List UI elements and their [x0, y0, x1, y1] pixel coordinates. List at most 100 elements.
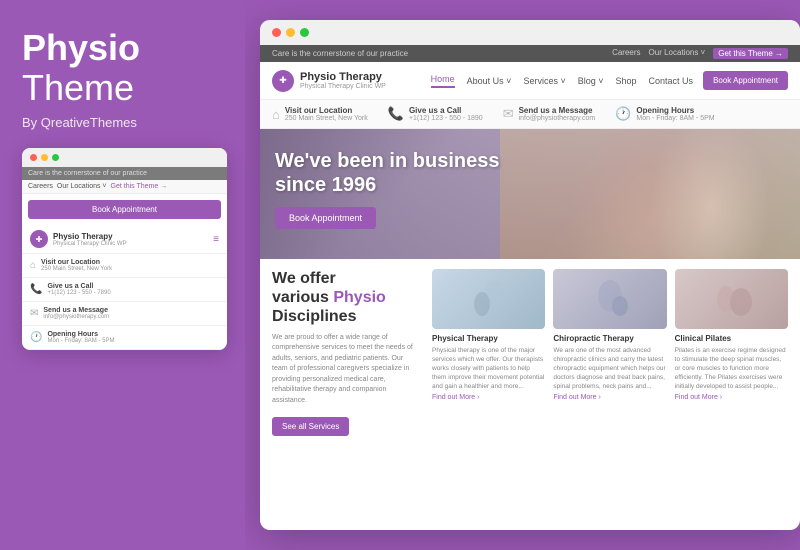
card-title-ct: Chiropractic Therapy — [553, 334, 666, 343]
card-img-ct — [553, 269, 666, 329]
mini-browser: Care is the cornerstone of our practice … — [22, 148, 227, 350]
nav-blog[interactable]: Blog ˅ — [578, 76, 604, 86]
service-cards: Physical Therapy Physical therapy is one… — [432, 269, 788, 436]
location-icon: ⌂ — [30, 260, 36, 271]
info-hours-val: Mon - Friday: 8AM - 5PM — [636, 115, 714, 122]
brand-title: Physio Theme — [22, 30, 225, 109]
info-location-val: 250 Main Street, New York — [285, 115, 368, 122]
site-topbar-right: Careers Our Locations ˅ Get this Theme → — [612, 48, 788, 59]
info-phone-label: Give us a Call — [409, 106, 483, 115]
info-email: ✉ Send us a Message info@physiotherapy.c… — [503, 106, 596, 122]
topbar-get-theme[interactable]: Get this Theme → — [713, 48, 788, 59]
info-location: ⌂ Visit our Location 250 Main Street, Ne… — [272, 106, 368, 122]
hero-section: We've been in businesssince 1996 Book Ap… — [260, 129, 800, 259]
hero-content: We've been in businesssince 1996 Book Ap… — [260, 129, 800, 249]
main-dot-green — [300, 28, 309, 37]
service-card-cp: Clinical Pilates Pilates is an exercise … — [675, 269, 788, 436]
clock-icon: 🕐 — [30, 332, 42, 343]
mini-location-val: 250 Main Street, New York — [41, 266, 112, 272]
see-services-btn[interactable]: See all Services — [272, 417, 349, 436]
content-heading: We offervarious PhysioDisciplines — [272, 269, 420, 327]
info-phone: 📞 Give us a Call +1(12) 123 - 550 - 1890 — [388, 106, 483, 122]
nav-services[interactable]: Services ˅ — [523, 76, 565, 86]
site-topbar-text: Care is the cornerstone of our practice — [272, 49, 408, 58]
mini-hours-label: Opening Hours — [47, 331, 114, 338]
find-out-cp[interactable]: Find out More › — [675, 394, 788, 401]
mini-nav-gettheme[interactable]: Get this Theme → — [111, 183, 168, 190]
dot-green — [52, 154, 59, 161]
nav-contact[interactable]: Contact Us — [649, 76, 694, 86]
card-title-cp: Clinical Pilates — [675, 334, 788, 343]
card-img-ct-inner — [553, 269, 666, 329]
service-card-ct: Chiropractic Therapy We are one of the m… — [553, 269, 666, 436]
mini-hamburger-icon[interactable]: ≡ — [213, 234, 219, 245]
mini-header: ✚ Physio Therapy Physical Therapy Clinic… — [22, 225, 227, 254]
mini-logo-circle: ✚ — [30, 230, 48, 248]
card-img-pt-inner — [432, 269, 545, 329]
main-dot-yellow — [286, 28, 295, 37]
main-browser: Care is the cornerstone of our practice … — [260, 20, 800, 530]
mini-phone-label: Give us a Call — [47, 283, 110, 290]
mini-nav-bar: Careers Our Locations ˅ Get this Theme → — [22, 180, 227, 194]
mini-nav-careers[interactable]: Careers — [28, 183, 53, 190]
nav-home[interactable]: Home — [431, 74, 455, 88]
brand-by: By QreativeThemes — [22, 115, 225, 130]
mini-email-val: info@physiotherapy.com — [43, 314, 109, 320]
content-left: We offervarious PhysioDisciplines We are… — [272, 269, 432, 436]
dot-red — [30, 154, 37, 161]
phone-icon: 📞 — [30, 284, 42, 295]
main-dot-red — [272, 28, 281, 37]
mini-browser-bar — [22, 148, 227, 167]
mini-book-btn[interactable]: Book Appointment — [28, 200, 221, 219]
mini-info-location: ⌂ Visit our Location 250 Main Street, Ne… — [22, 254, 227, 278]
site-logo-text: Physio Therapy — [300, 71, 386, 83]
info-clock-icon: 🕐 — [615, 106, 631, 122]
mini-location-label: Visit our Location — [41, 259, 112, 266]
site-logo-circle: ✚ — [272, 70, 294, 92]
card-text-ct: We are one of the most advanced chiropra… — [553, 346, 666, 391]
content-text: We are proud to offer a wide range of co… — [272, 333, 420, 407]
info-location-icon: ⌂ — [272, 107, 280, 122]
service-card-pt: Physical Therapy Physical therapy is one… — [432, 269, 545, 436]
main-browser-bar — [260, 20, 800, 45]
mini-site-name: Physio Therapy — [53, 232, 127, 241]
email-icon: ✉ — [30, 308, 38, 319]
dot-yellow — [41, 154, 48, 161]
info-email-val: info@physiotherapy.com — [519, 115, 596, 122]
info-phone-val: +1(12) 123 - 550 - 1890 — [409, 115, 483, 122]
find-out-ct[interactable]: Find out More › — [553, 394, 666, 401]
nav-links: Home About Us ˅ Services ˅ Blog ˅ Shop C… — [431, 74, 693, 88]
info-hours: 🕐 Opening Hours Mon - Friday: 8AM - 5PM — [615, 106, 714, 122]
info-email-label: Send us a Message — [519, 106, 596, 115]
info-location-label: Visit our Location — [285, 106, 368, 115]
hero-title: We've been in businesssince 1996 — [275, 149, 785, 197]
nav-book-btn[interactable]: Book Appointment — [703, 71, 788, 90]
mini-email-label: Send us a Message — [43, 307, 109, 314]
card-title-pt: Physical Therapy — [432, 334, 545, 343]
info-phone-icon: 📞 — [388, 106, 404, 122]
card-img-cp — [675, 269, 788, 329]
hero-book-btn[interactable]: Book Appointment — [275, 207, 376, 229]
card-text-pt: Physical therapy is one of the major ser… — [432, 346, 545, 391]
left-panel: Physio Theme By QreativeThemes Care is t… — [0, 0, 245, 550]
site-navbar: ✚ Physio Therapy Physical Therapy Clinic… — [260, 62, 800, 100]
mini-info-phone: 📞 Give us a Call +1(12) 123 - 550 - 7890 — [22, 278, 227, 302]
mini-info-email: ✉ Send us a Message info@physiotherapy.c… — [22, 302, 227, 326]
mini-nav-locations[interactable]: Our Locations ˅ — [57, 183, 107, 190]
mini-hours-val: Mon - Friday: 8AM - 5PM — [47, 338, 114, 344]
nav-shop[interactable]: Shop — [616, 76, 637, 86]
site-logo-area: ✚ Physio Therapy Physical Therapy Clinic… — [272, 70, 386, 92]
card-img-pt — [432, 269, 545, 329]
find-out-pt[interactable]: Find out More › — [432, 394, 545, 401]
topbar-careers[interactable]: Careers — [612, 48, 640, 59]
mini-topbar: Care is the cornerstone of our practice — [22, 167, 227, 180]
mini-site-sub: Physical Therapy Clinic WP — [53, 241, 127, 247]
site-topbar: Care is the cornerstone of our practice … — [260, 45, 800, 62]
info-hours-label: Opening Hours — [636, 106, 714, 115]
info-email-icon: ✉ — [503, 106, 514, 122]
topbar-locations[interactable]: Our Locations ˅ — [649, 48, 706, 59]
nav-about[interactable]: About Us ˅ — [467, 76, 512, 86]
content-area: We offervarious PhysioDisciplines We are… — [260, 259, 800, 446]
mini-phone-val: +1(12) 123 - 550 - 7890 — [47, 290, 110, 296]
card-img-cp-inner — [675, 269, 788, 329]
